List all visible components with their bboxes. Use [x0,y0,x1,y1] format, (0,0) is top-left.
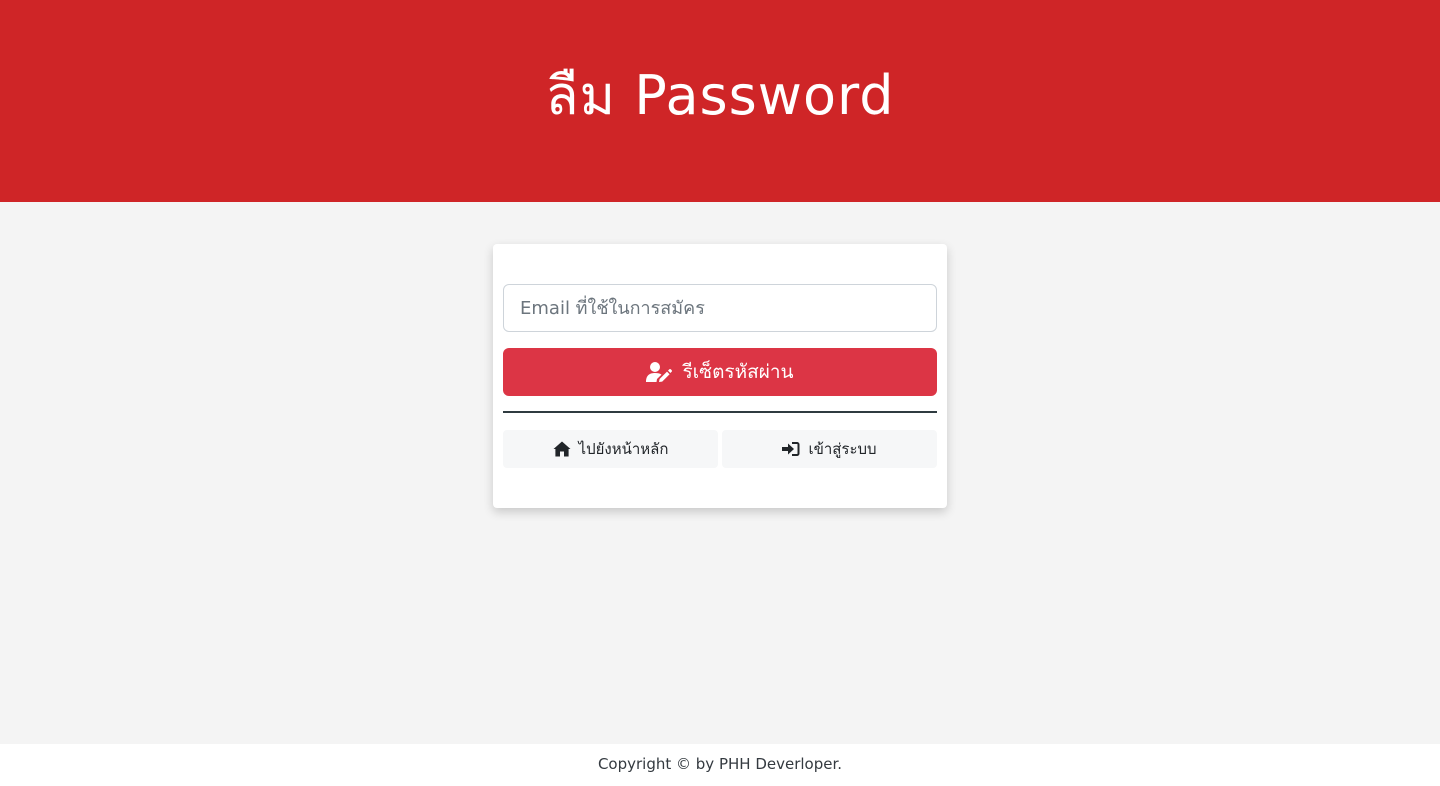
divider [503,411,937,413]
page-footer: Copyright © by PHH Deverloper. [0,744,1440,786]
user-edit-icon [646,361,673,383]
copyright-text: Copyright © by PHH Deverloper. [597,755,843,773]
forgot-password-card: รีเซ็ตรหัสผ่าน ไปยังหน้าหลัก เข้าสู่ระบบ [493,244,947,508]
sign-in-icon [782,441,800,457]
email-field[interactable] [503,284,937,332]
page-title: ลืม Password [545,64,895,127]
login-label: เข้าสู่ระบบ [808,440,877,458]
go-home-label: ไปยังหน้าหลัก [578,440,669,458]
login-button[interactable]: เข้าสู่ระบบ [722,430,937,468]
go-home-button[interactable]: ไปยังหน้าหลัก [503,430,718,468]
home-icon [553,441,571,457]
reset-password-label: รีเซ็ตรหัสผ่าน [682,361,794,383]
page-header: ลืม Password [0,0,1440,202]
reset-password-button[interactable]: รีเซ็ตรหัสผ่าน [503,348,937,396]
